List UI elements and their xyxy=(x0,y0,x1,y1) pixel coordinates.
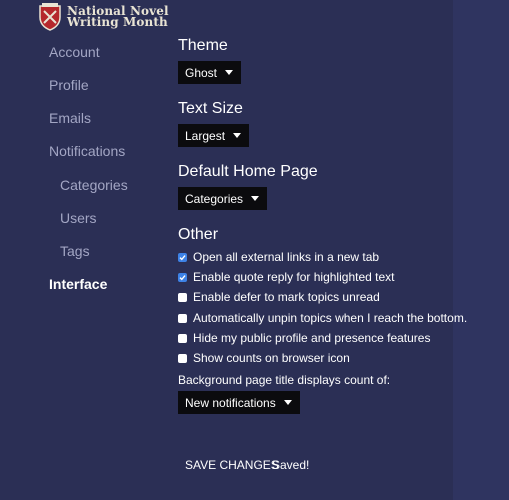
option-auto-unpin[interactable]: Automatically unpin topics when I reach … xyxy=(178,310,467,326)
home-page-select-value: Categories xyxy=(185,191,244,206)
text-size-select[interactable]: Largest xyxy=(178,124,250,147)
checkbox-unchecked[interactable] xyxy=(178,313,187,323)
option-label: Automatically unpin topics when I reach … xyxy=(193,311,468,325)
crest-icon xyxy=(37,3,63,31)
saved-status: Saved! xyxy=(272,458,310,472)
right-panel-strip xyxy=(453,0,509,500)
sidebar-item-notifications[interactable]: Notifications xyxy=(49,143,125,159)
option-browser-counts[interactable]: Show counts on browser icon xyxy=(178,350,350,366)
home-page-heading: Default Home Page xyxy=(178,163,318,180)
option-quote-reply[interactable]: Enable quote reply for highlighted text xyxy=(178,269,394,285)
option-defer-unread[interactable]: Enable defer to mark topics unread xyxy=(178,289,380,305)
chevron-down-icon xyxy=(225,70,234,75)
bg-title-count-select[interactable]: New notifications xyxy=(178,391,300,414)
sidebar-item-account[interactable]: Account xyxy=(49,44,100,60)
save-changes-button[interactable]: SAVE CHANGES xyxy=(185,458,279,472)
theme-select[interactable]: Ghost xyxy=(178,61,242,84)
option-label: Open all external links in a new tab xyxy=(193,250,380,264)
text-size-heading: Text Size xyxy=(178,100,243,117)
option-label: Hide my public profile and presence feat… xyxy=(193,331,431,345)
option-label: Show counts on browser icon xyxy=(193,351,350,365)
theme-heading: Theme xyxy=(178,37,228,54)
chevron-down-icon xyxy=(251,196,260,201)
sidebar-item-categories[interactable]: Categories xyxy=(60,177,128,193)
sidebar-item-tags[interactable]: Tags xyxy=(60,243,90,259)
option-label: Enable defer to mark topics unread xyxy=(193,290,380,304)
sidebar-item-emails[interactable]: Emails xyxy=(49,110,91,126)
checkbox-checked[interactable] xyxy=(178,272,187,282)
checkmark-icon xyxy=(179,274,186,280)
site-logo[interactable]: National Novel Writing Month xyxy=(37,3,169,31)
checkbox-unchecked[interactable] xyxy=(178,353,187,363)
checkmark-icon xyxy=(179,254,186,260)
bg-title-label: Background page title displays count of: xyxy=(178,373,391,387)
home-page-select[interactable]: Categories xyxy=(178,187,268,210)
checkbox-unchecked[interactable] xyxy=(178,333,187,343)
other-heading: Other xyxy=(178,226,219,243)
checkbox-checked[interactable] xyxy=(178,252,187,262)
chevron-down-icon xyxy=(283,400,292,405)
bg-title-count-value: New notifications xyxy=(185,395,276,410)
option-hide-profile[interactable]: Hide my public profile and presence feat… xyxy=(178,330,430,346)
sidebar-item-profile[interactable]: Profile xyxy=(49,77,89,93)
text-size-select-value: Largest xyxy=(185,128,226,143)
theme-select-value: Ghost xyxy=(185,65,218,80)
brand-line-2: Writing Month xyxy=(67,15,168,29)
chevron-down-icon xyxy=(233,133,242,138)
option-label: Enable quote reply for highlighted text xyxy=(193,270,395,284)
checkbox-unchecked[interactable] xyxy=(178,292,187,302)
sidebar-item-users[interactable]: Users xyxy=(60,210,97,226)
sidebar-item-interface[interactable]: Interface xyxy=(49,276,107,292)
option-external-links[interactable]: Open all external links in a new tab xyxy=(178,249,379,265)
